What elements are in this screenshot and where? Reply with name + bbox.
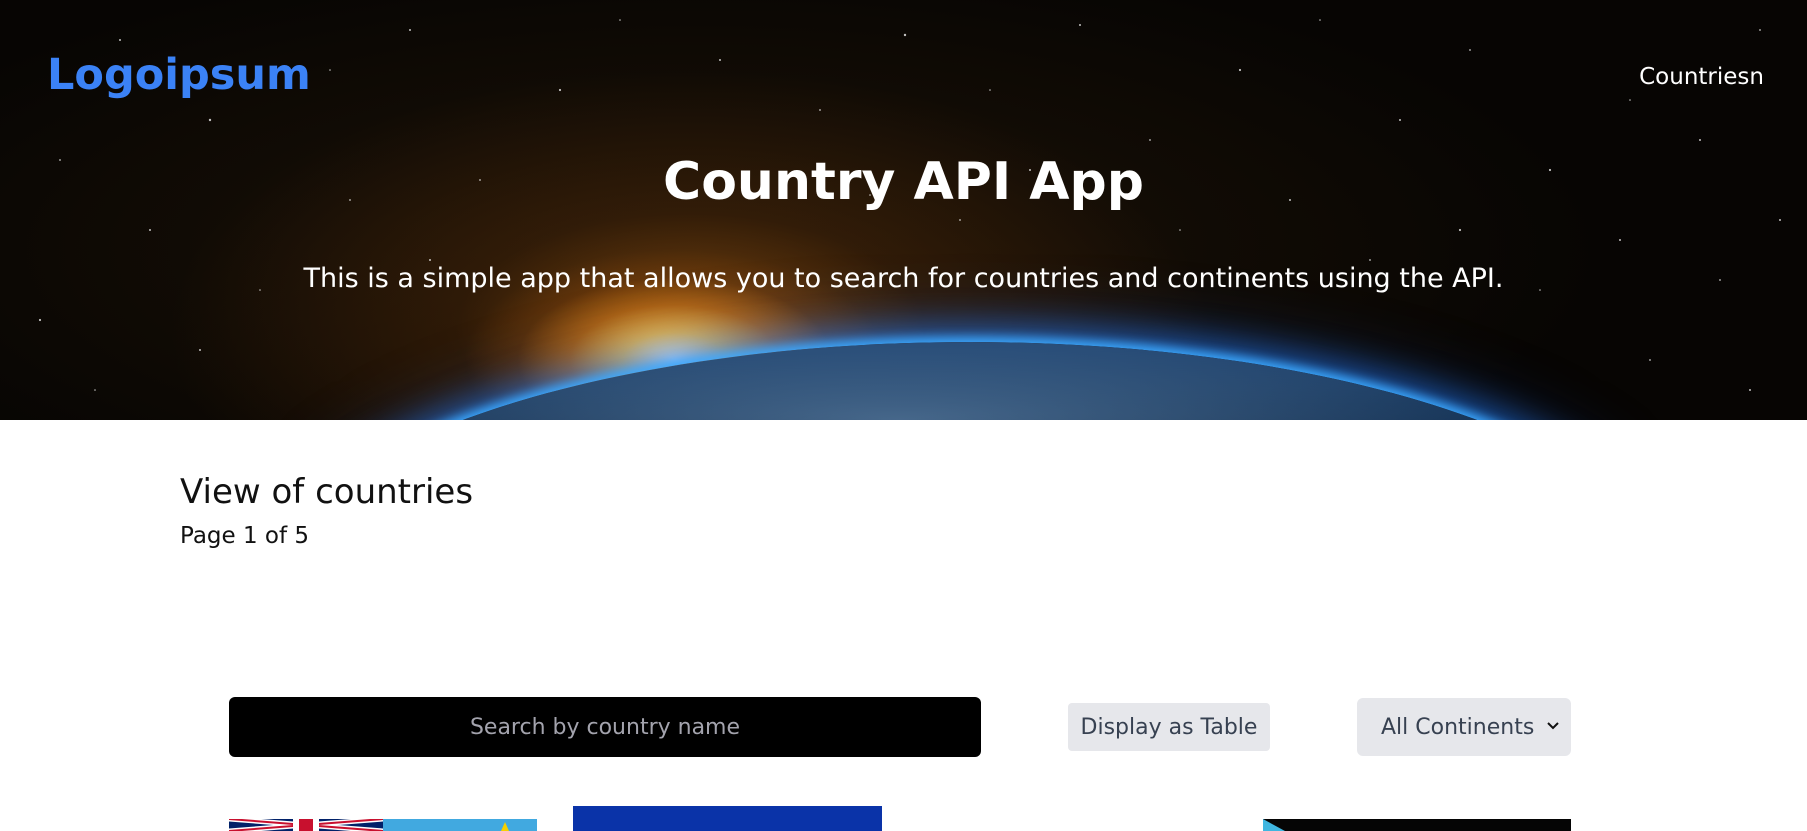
union-jack-flag xyxy=(229,819,383,831)
hero-subtitle: This is a simple app that allows you to … xyxy=(303,263,1504,294)
section-title: View of countries xyxy=(180,472,474,512)
chevron-down-icon xyxy=(1547,722,1559,730)
country-flag-card[interactable] xyxy=(573,806,882,831)
page-indicator: Page 1 of 5 xyxy=(180,523,310,549)
hero-title: Country API App xyxy=(663,152,1144,212)
flag-triangle xyxy=(1263,819,1285,831)
logo[interactable]: Logoipsum xyxy=(47,50,311,100)
country-flag-card[interactable] xyxy=(1263,819,1571,831)
search-input[interactable] xyxy=(229,697,981,757)
hero-banner: Logoipsum Countriesn Country API App Thi… xyxy=(0,0,1807,420)
country-flag-card[interactable] xyxy=(229,819,537,831)
display-as-table-button[interactable]: Display as Table xyxy=(1068,703,1270,751)
flag-star xyxy=(501,822,509,831)
nav-link-countries[interactable]: Countriesn xyxy=(1639,64,1764,90)
continent-select[interactable]: All Continents xyxy=(1357,698,1571,756)
continent-select-value: All Continents xyxy=(1381,714,1535,740)
